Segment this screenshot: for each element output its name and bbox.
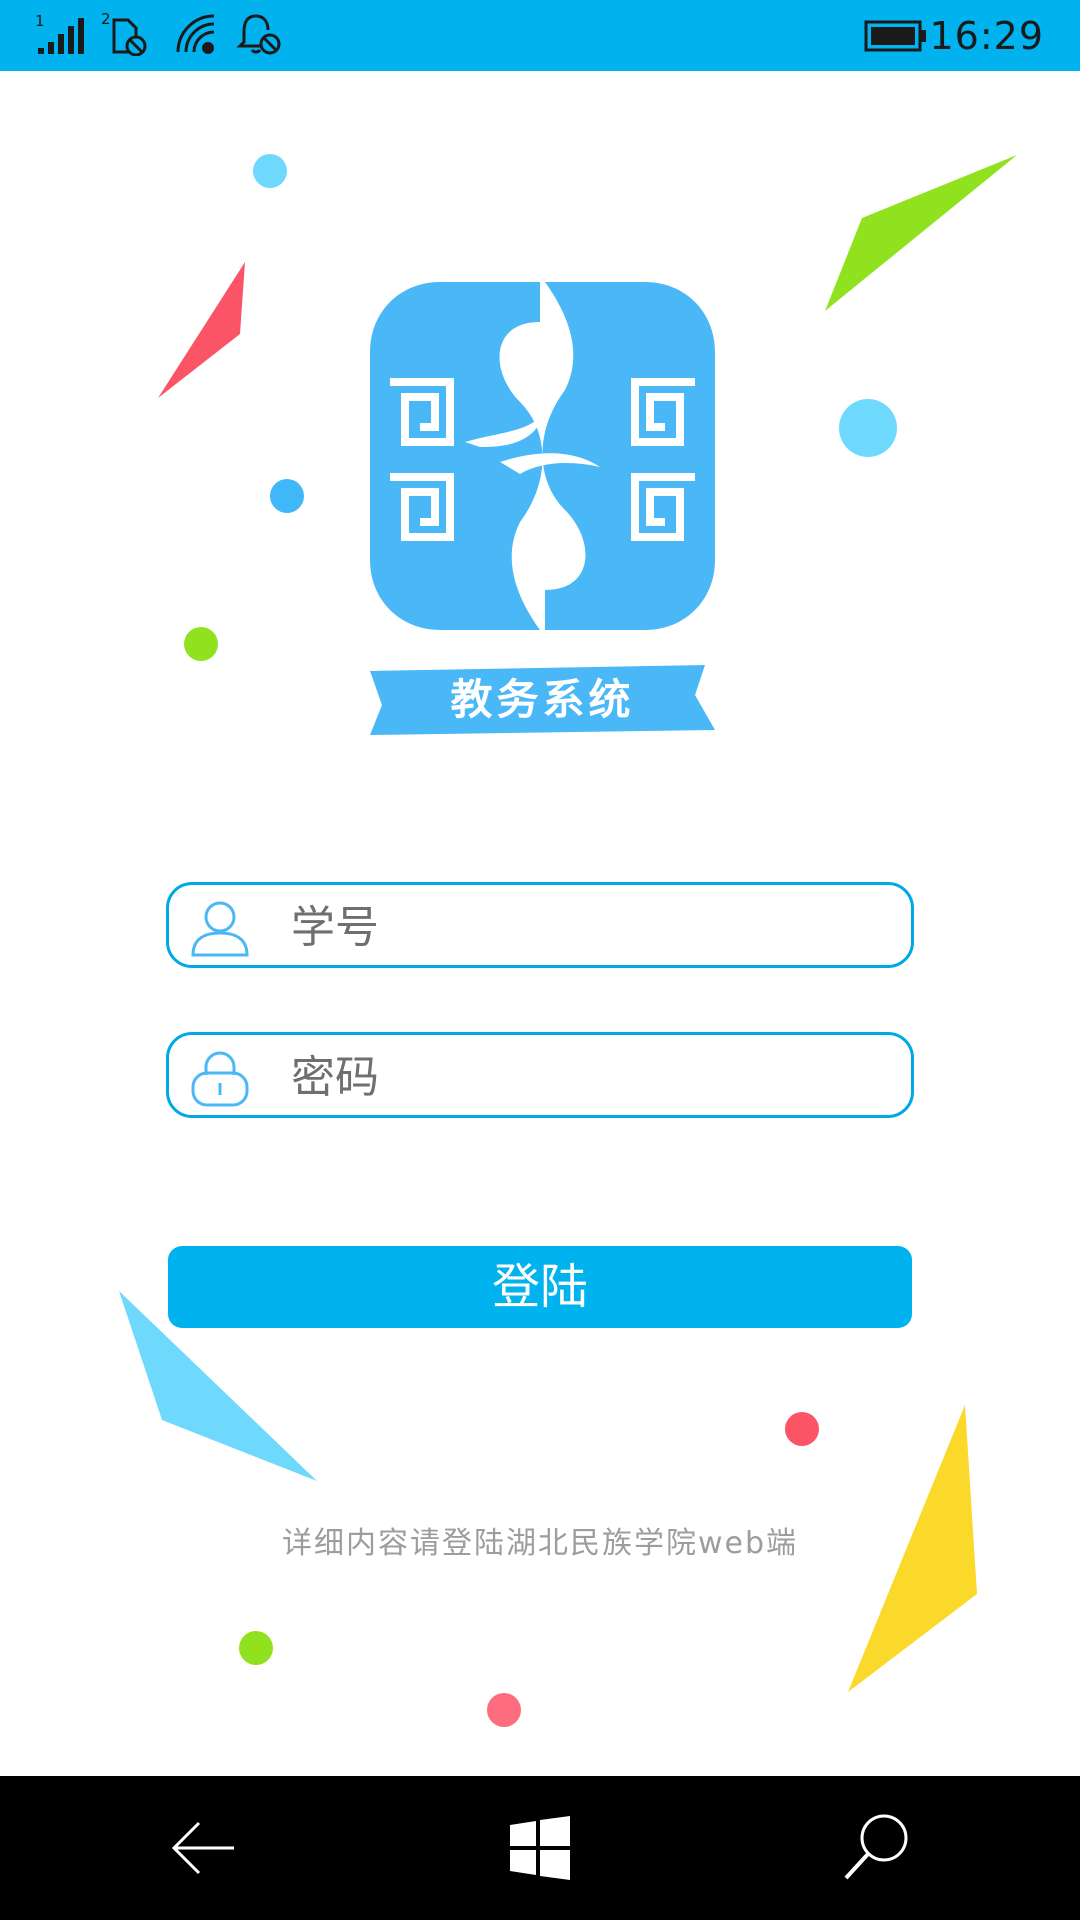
navigation-bar (0, 1776, 1080, 1920)
windows-start-icon[interactable] (490, 1798, 590, 1898)
password-input[interactable] (289, 1041, 893, 1113)
login-screen: 1 2 16:29 教务系统 学号 登陆 详细内容请登陆湖北民族学院web端 (0, 0, 1080, 1920)
web-login-note: 详细内容请登陆湖北民族学院web端 (281, 1526, 799, 1561)
search-icon[interactable] (826, 1798, 926, 1898)
logo-banner-title: 教务系统 (450, 675, 635, 724)
login-button[interactable]: 登陆 (168, 1246, 912, 1328)
back-arrow-icon[interactable] (154, 1798, 254, 1898)
app-logo (370, 282, 715, 630)
student-id-input[interactable] (289, 891, 893, 963)
student-id-field[interactable] (166, 882, 914, 968)
password-field[interactable] (166, 1032, 914, 1118)
lock-icon (191, 1051, 249, 1107)
user-icon (191, 901, 249, 957)
